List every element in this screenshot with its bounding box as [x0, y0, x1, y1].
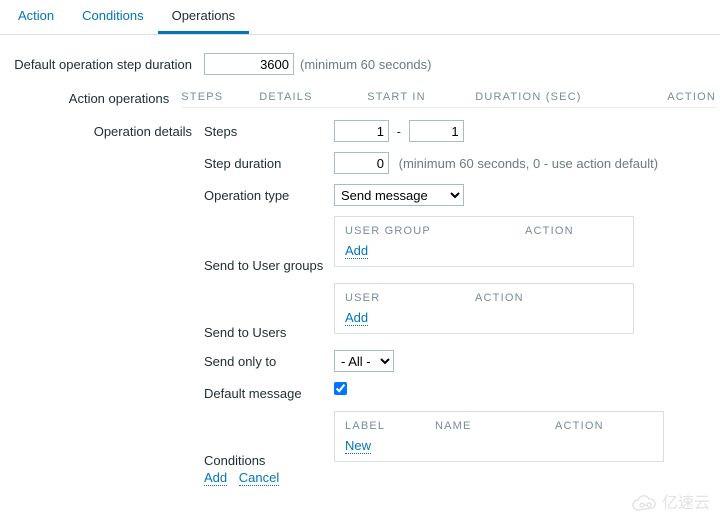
- send-only-to-select[interactable]: - All -: [334, 350, 394, 372]
- conditions-new-link[interactable]: New: [345, 438, 371, 454]
- operation-type-label: Operation type: [204, 184, 334, 203]
- step-duration-label: Step duration: [204, 152, 334, 171]
- steps-to-input[interactable]: [409, 120, 464, 142]
- users-col-user: USER: [345, 292, 475, 304]
- usergroups-box: USER GROUP ACTION Add: [334, 216, 634, 267]
- default-message-checkbox[interactable]: [334, 382, 347, 395]
- operation-details-label: Operation details: [4, 120, 204, 139]
- col-details: DETAILS: [259, 91, 367, 103]
- steps-from-input[interactable]: [334, 120, 389, 142]
- col-action: ACTION: [667, 91, 716, 103]
- tab-bar: Action Conditions Operations: [0, 0, 720, 35]
- col-start: START IN: [367, 91, 475, 103]
- steps-dash: -: [397, 124, 401, 139]
- users-col-action: ACTION: [475, 292, 524, 304]
- usergroups-add-link[interactable]: Add: [345, 243, 368, 259]
- tab-action[interactable]: Action: [4, 0, 68, 34]
- operations-form: Default operation step duration (minimum…: [0, 35, 720, 495]
- default-step-duration-hint: (minimum 60 seconds): [300, 57, 432, 72]
- default-step-duration-input[interactable]: [204, 53, 294, 75]
- col-steps: STEPS: [181, 91, 259, 103]
- watermark: 亿速云: [630, 489, 710, 513]
- usergroups-col-group: USER GROUP: [345, 225, 525, 237]
- conditions-box: LABEL NAME ACTION New: [334, 411, 664, 462]
- steps-label: Steps: [204, 120, 334, 139]
- default-step-duration-label: Default operation step duration: [4, 53, 204, 72]
- default-message-label: Default message: [204, 382, 334, 401]
- send-to-users-label: Send to Users: [204, 321, 334, 340]
- conditions-col-label: LABEL: [345, 420, 435, 432]
- tab-operations[interactable]: Operations: [158, 0, 250, 34]
- send-to-usergroups-label: Send to User groups: [204, 254, 334, 273]
- conditions-col-action: ACTION: [555, 420, 604, 432]
- usergroups-col-action: ACTION: [525, 225, 574, 237]
- tab-conditions[interactable]: Conditions: [68, 0, 157, 34]
- conditions-label: Conditions: [204, 449, 334, 468]
- step-duration-input[interactable]: [334, 152, 389, 174]
- add-operation-link[interactable]: Add: [204, 470, 227, 486]
- users-add-link[interactable]: Add: [345, 310, 368, 326]
- conditions-col-name: NAME: [435, 420, 555, 432]
- operation-type-select[interactable]: Send message: [334, 184, 464, 206]
- col-duration: DURATION (SEC): [475, 91, 667, 103]
- cloud-icon: [630, 495, 660, 513]
- users-box: USER ACTION Add: [334, 283, 634, 334]
- send-only-to-label: Send only to: [204, 350, 334, 369]
- step-duration-hint: (minimum 60 seconds, 0 - use action defa…: [399, 156, 658, 171]
- cancel-operation-link[interactable]: Cancel: [239, 470, 279, 486]
- action-operations-label: Action operations: [4, 87, 181, 106]
